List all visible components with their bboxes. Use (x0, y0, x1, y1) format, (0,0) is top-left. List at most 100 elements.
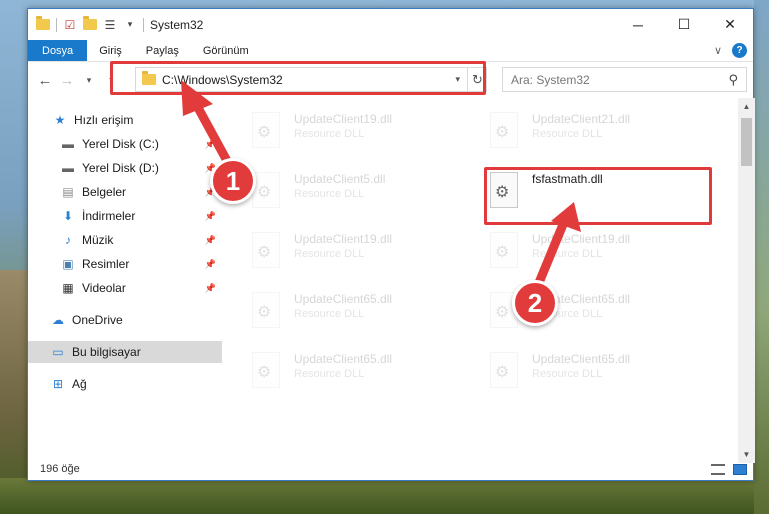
details-view-icon[interactable] (711, 464, 725, 475)
nav-item-videos[interactable]: ▦ Videolar 📌 (28, 277, 222, 299)
title-bar: ☑ ☰ ▾ System32 ─ ☐ ✕ (28, 9, 753, 40)
tab-view[interactable]: Görünüm (191, 40, 261, 61)
help-icon[interactable]: ? (732, 43, 747, 58)
back-button[interactable]: ← (34, 72, 56, 89)
maximize-button[interactable]: ☐ (661, 9, 707, 40)
expand-ribbon-icon[interactable]: ∨ (714, 44, 722, 57)
recent-locations-button[interactable]: ▾ (78, 75, 100, 86)
ribbon-right-controls: ∨ ? (714, 43, 747, 58)
file-name: UpdateClient65.dll (294, 292, 393, 306)
tab-home[interactable]: Giriş (87, 40, 134, 61)
cloud-icon: ☁ (52, 313, 64, 327)
nav-item-label: Belgeler (82, 185, 127, 199)
file-highlight (484, 167, 712, 225)
search-icon[interactable]: ⚲ (728, 72, 738, 88)
file-type: Resource DLL (532, 128, 603, 140)
nav-item-label: Videolar (82, 281, 126, 295)
ribbon-tabs: Dosya Giriş Paylaş Görünüm ∨ ? (28, 40, 753, 62)
status-bar: 196 öğe (28, 458, 755, 480)
documents-icon: ▤ (62, 185, 74, 199)
download-icon: ⬇ (62, 209, 74, 223)
search-placeholder[interactable]: Ara: System32 (511, 73, 590, 87)
nav-item-music[interactable]: ♪ Müzik 📌 (28, 229, 222, 251)
quick-access-toolbar: ☑ ☰ ▾ (28, 16, 144, 32)
new-folder-icon[interactable] (83, 16, 97, 30)
nav-item-network[interactable]: ⊞ Ağ (28, 373, 222, 395)
pin-icon[interactable]: 📌 (205, 139, 216, 150)
pin-icon[interactable]: 📌 (205, 211, 216, 222)
nav-item-label: OneDrive (72, 313, 123, 327)
file-name: UpdateClient5.dll (294, 172, 386, 186)
navigation-pane: ★ Hızlı erişim ▬ Yerel Disk (C:) 📌 ▬ Yer… (28, 98, 222, 463)
pin-icon[interactable]: 📌 (205, 259, 216, 270)
search-box[interactable]: Ara: System32 ⚲ (502, 67, 747, 92)
minimize-button[interactable]: ─ (615, 9, 661, 40)
window-title: System32 (150, 17, 204, 32)
nav-item-pictures[interactable]: ▣ Resimler 📌 (28, 253, 222, 275)
toolbar-separator (56, 17, 57, 32)
computer-icon: ▭ (52, 345, 64, 359)
dll-file-icon: ⚙ (248, 352, 284, 394)
nav-item-local-disk-c[interactable]: ▬ Yerel Disk (C:) 📌 (28, 133, 222, 155)
nav-item-label: Bu bilgisayar (72, 345, 141, 359)
pin-icon[interactable]: 📌 (205, 235, 216, 246)
file-name: UpdateClient65.dll (532, 352, 631, 366)
nav-item-label: Yerel Disk (D:) (82, 161, 159, 175)
star-icon: ★ (54, 113, 66, 127)
tab-file[interactable]: Dosya (28, 40, 88, 61)
window-controls: ─ ☐ ✕ (615, 9, 753, 40)
nav-item-label: Ağ (72, 377, 87, 391)
address-bar-highlight (110, 61, 486, 95)
forward-button[interactable]: → (56, 72, 78, 89)
drive-icon: ▬ (62, 137, 74, 151)
nav-item-local-disk-d[interactable]: ▬ Yerel Disk (D:) 📌 (28, 157, 222, 179)
close-button[interactable]: ✕ (707, 9, 753, 40)
nav-item-label: Müzik (82, 233, 114, 247)
callout-step-2: 2 (512, 280, 558, 326)
nav-item-documents[interactable]: ▤ Belgeler 📌 (28, 181, 222, 203)
file-item[interactable]: ⚙ UpdateClient19.dll Resource DLL (248, 232, 468, 282)
file-item[interactable]: ⚙ UpdateClient19.dll Resource DLL (248, 112, 468, 162)
file-item[interactable]: ⚙ UpdateClient65.dll Resource DLL (248, 292, 468, 342)
dll-file-icon: ⚙ (248, 232, 284, 274)
nav-item-quick-access[interactable]: ★ Hızlı erişim (28, 109, 222, 131)
content-area: ★ Hızlı erişim ▬ Yerel Disk (C:) 📌 ▬ Yer… (28, 98, 755, 463)
file-name: UpdateClient19.dll (294, 232, 393, 246)
large-icons-view-icon[interactable] (733, 464, 747, 475)
file-name: UpdateClient65.dll (294, 352, 393, 366)
nav-item-label: Yerel Disk (C:) (82, 137, 159, 151)
nav-item-this-pc[interactable]: ▭ Bu bilgisayar (28, 341, 222, 363)
scroll-up-icon[interactable]: ▲ (738, 98, 755, 115)
file-list: ⚙ UpdateClient19.dll Resource DLL ⚙ Updat… (222, 98, 738, 463)
pin-icon[interactable]: 📌 (205, 283, 216, 294)
file-item[interactable]: ⚙ UpdateClient19.dll Resource DLL (486, 232, 706, 282)
vertical-scrollbar[interactable]: ▲ ▼ (738, 98, 755, 463)
view-options-icon[interactable]: ☰ (103, 18, 117, 32)
nav-item-label: İndirmeler (82, 209, 136, 223)
scrollbar-thumb[interactable] (741, 118, 752, 166)
nav-item-label: Resimler (82, 257, 130, 271)
file-name: UpdateClient21.dll (532, 112, 631, 126)
properties-icon[interactable]: ☑ (63, 18, 77, 32)
file-type: Resource DLL (294, 128, 365, 140)
dll-file-icon: ⚙ (248, 292, 284, 334)
nav-item-downloads[interactable]: ⬇ İndirmeler 📌 (28, 205, 222, 227)
file-item[interactable]: ⚙ UpdateClient65.dll Resource DLL (486, 352, 706, 402)
folder-icon (36, 16, 50, 30)
file-type: Resource DLL (532, 368, 603, 380)
file-type: Resource DLL (532, 248, 603, 260)
file-item[interactable]: ⚙ UpdateClient5.dll Resource DLL (248, 172, 468, 222)
customize-toolbar-icon[interactable]: ▾ (123, 18, 137, 32)
desktop-background-ground (0, 478, 769, 514)
file-type: Resource DLL (294, 308, 365, 320)
pictures-icon: ▣ (62, 257, 74, 271)
dll-file-icon: ⚙ (486, 112, 522, 154)
dll-file-icon: ⚙ (486, 232, 522, 274)
dll-file-icon: ⚙ (486, 352, 522, 394)
network-icon: ⊞ (52, 377, 64, 391)
tab-share[interactable]: Paylaş (134, 40, 191, 61)
drive-icon: ▬ (62, 161, 74, 175)
file-item[interactable]: ⚙ UpdateClient65.dll Resource DLL (248, 352, 468, 402)
file-item[interactable]: ⚙ UpdateClient21.dll Resource DLL (486, 112, 706, 162)
nav-item-onedrive[interactable]: ☁ OneDrive (28, 309, 222, 331)
